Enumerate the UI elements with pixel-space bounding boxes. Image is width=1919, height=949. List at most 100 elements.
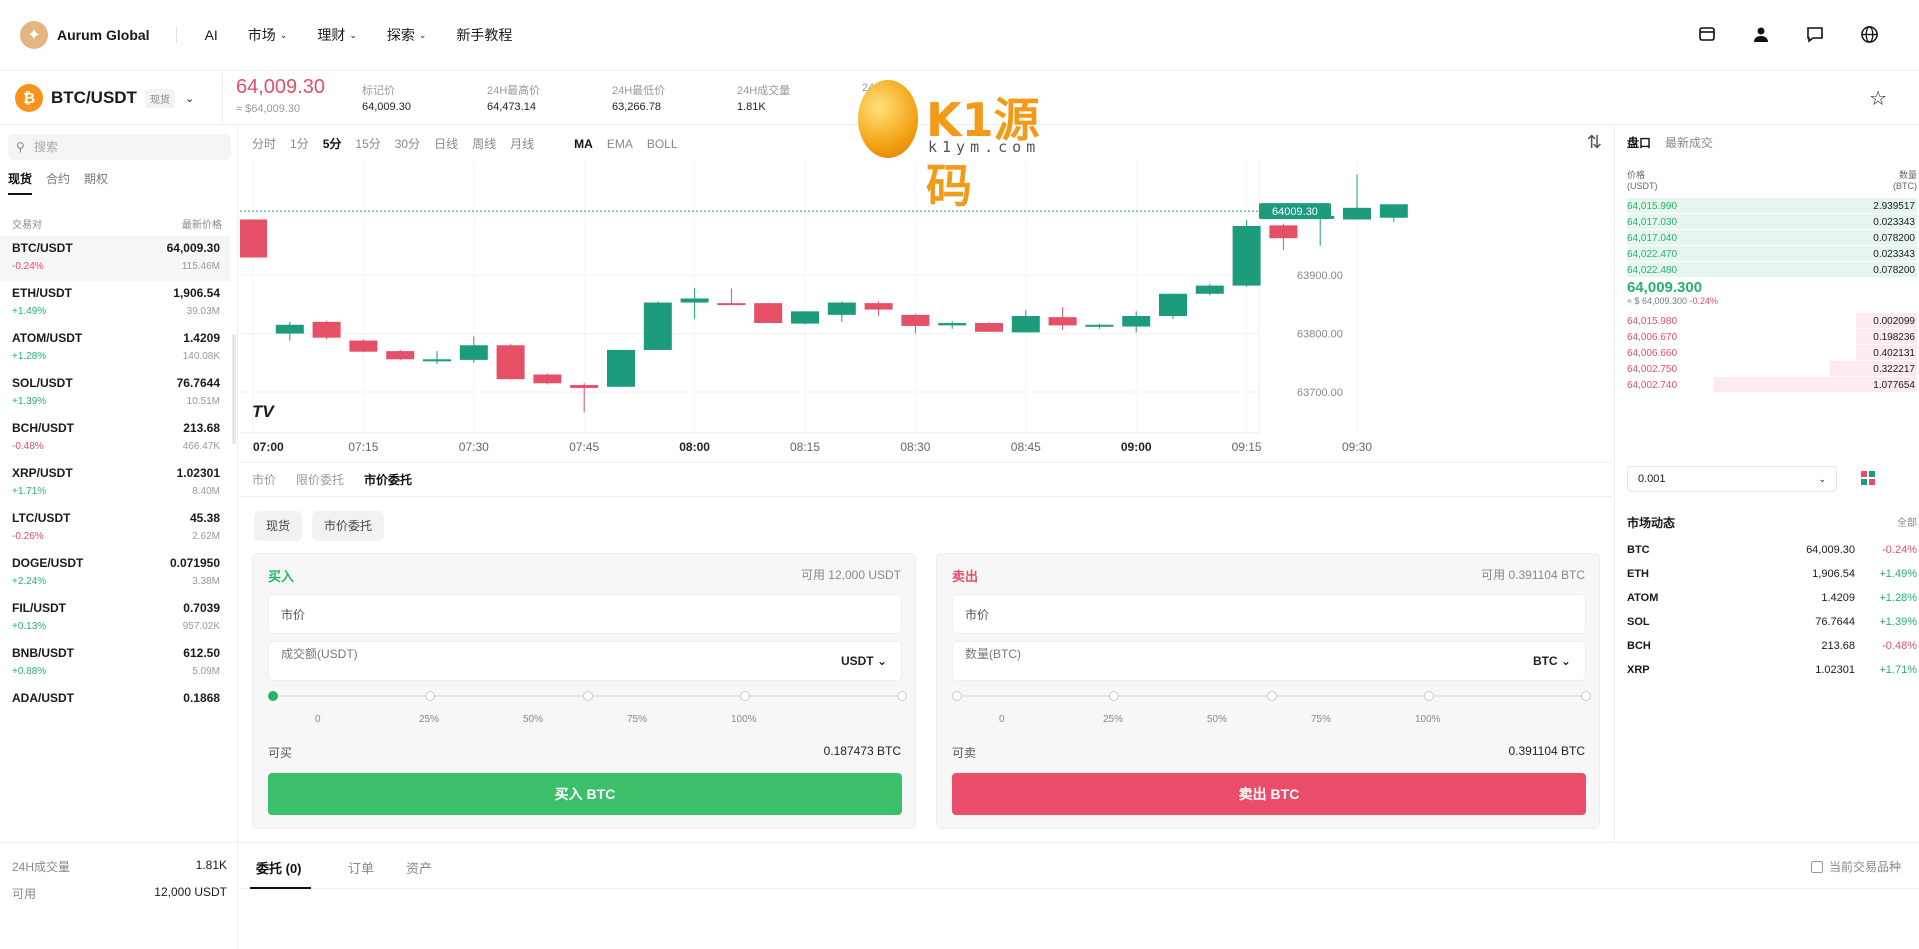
orderbook-row[interactable]: 64,006.670 0.198236	[1627, 329, 1917, 345]
current-pair-filter[interactable]: 当前交易品种	[1810, 858, 1901, 875]
slider-step-dot[interactable]	[582, 691, 593, 701]
market-tab[interactable]: 合约	[46, 170, 70, 195]
order-tab[interactable]: 限价委托	[296, 471, 344, 488]
scrollbar[interactable]	[232, 334, 236, 444]
orderbook-row[interactable]: 64,015.990 2.939517	[1627, 198, 1917, 214]
chart-settings-icon[interactable]: ⇅	[1587, 132, 1602, 153]
pair-selector[interactable]: ₿ BTC/USDT 现货 ⌄	[15, 84, 194, 112]
favorite-star-icon[interactable]: ☆	[1869, 86, 1887, 111]
market-list-item[interactable]: LTC/USDT 45.38 -0.26% 2.62M	[0, 506, 230, 551]
nav-item[interactable]: AI	[205, 25, 218, 45]
slider-step-dot[interactable]	[1266, 691, 1277, 701]
sell-percent-slider[interactable]	[952, 691, 1591, 701]
indicator-tab[interactable]: BOLL	[647, 137, 678, 151]
summary-volume-label: 24H成交量	[12, 860, 71, 874]
nav-item[interactable]: 探索 ⌄	[387, 25, 427, 45]
timeframe-tab[interactable]: 30分	[395, 135, 420, 152]
nav-item[interactable]: 理财 ⌄	[317, 25, 357, 45]
orderbook-tab[interactable]: 最新成交	[1665, 134, 1713, 151]
sell-unit-select[interactable]: BTC ⌄	[1533, 654, 1571, 668]
market-list-item[interactable]: BNB/USDT 612.50 +0.88% 5.09M	[0, 641, 230, 686]
nav-item-label: 探索	[386, 27, 415, 43]
sell-order-type-field[interactable]: 市价	[952, 594, 1586, 634]
layout-toggle-icon[interactable]	[1861, 471, 1875, 485]
market-move-row[interactable]: ETH 1,906.54 +1.49%	[1627, 568, 1917, 592]
orderbook-row[interactable]: 64,002.750 0.322217	[1627, 361, 1917, 377]
order-tab[interactable]: 市价	[252, 471, 276, 488]
timeframe-tab[interactable]: 日线	[434, 135, 458, 152]
market-list-item[interactable]: FIL/USDT 0.7039 +0.13% 957.02K	[0, 596, 230, 641]
x-tick-label: 08:30	[900, 440, 930, 454]
orderbook-tab[interactable]: 盘口	[1627, 134, 1651, 151]
current-pair-checkbox[interactable]	[1810, 860, 1823, 873]
market-tab[interactable]: 期权	[84, 170, 108, 195]
slider-step-dot[interactable]	[1109, 691, 1120, 701]
slider-step-dot[interactable]	[739, 691, 750, 701]
market-list-item[interactable]: SOL/USDT 76.7644 +1.39% 10.51M	[0, 371, 230, 416]
buy-can-label: 可买	[268, 746, 293, 760]
orderbook-row[interactable]: 64,022.480 0.078200	[1627, 262, 1917, 278]
ticker-stat-label: 标记价	[362, 85, 395, 97]
indicator-tab[interactable]: MA	[574, 137, 593, 151]
market-list-item[interactable]: ATOM/USDT 1.4209 +1.28% 140.08K	[0, 326, 230, 371]
slider-step-dot[interactable]	[268, 691, 278, 701]
timeframe-tab[interactable]: 月线	[510, 135, 534, 152]
buy-percent-slider[interactable]	[268, 691, 907, 701]
chat-icon[interactable]	[1805, 24, 1825, 44]
user-icon[interactable]	[1751, 24, 1771, 44]
market-pair: XRP/USDT	[12, 466, 73, 480]
order-tab[interactable]: 市价委托	[364, 471, 412, 488]
wallet-icon[interactable]	[1697, 24, 1717, 44]
timeframe-tab[interactable]: 1分	[290, 135, 309, 152]
buy-amount-field[interactable]: 成交额(USDT) USDT ⌄	[268, 641, 902, 681]
orderbook-row[interactable]: 64,022.470 0.023343	[1627, 246, 1917, 262]
mode-button[interactable]: 市价委托	[312, 511, 385, 541]
precision-select[interactable]: 0.001 ⌄	[1627, 466, 1837, 492]
slider-step-dot[interactable]	[1423, 691, 1434, 701]
slider-step-dot[interactable]	[1581, 691, 1591, 701]
timeframe-tab[interactable]: 5分	[323, 135, 342, 152]
orders-tab[interactable]: 资产	[406, 858, 432, 877]
market-move-row[interactable]: BTC 64,009.30 -0.24%	[1627, 544, 1917, 568]
slider-step-dot[interactable]	[952, 691, 962, 701]
market-move-row[interactable]: SOL 76.7644 +1.39%	[1627, 616, 1917, 640]
nav-item[interactable]: 市场 ⌄	[248, 25, 288, 45]
market-tab[interactable]: 现货	[8, 170, 33, 195]
orders-tab[interactable]: 订单	[348, 858, 374, 877]
market-move-price: 64,009.30	[1806, 544, 1855, 556]
timeframe-tab[interactable]: 周线	[472, 135, 496, 152]
market-list-item[interactable]: ETH/USDT 1,906.54 +1.49% 39.03M	[0, 281, 230, 326]
buy-unit-select[interactable]: USDT ⌄	[841, 654, 887, 668]
buy-button[interactable]: 买入 BTC	[268, 773, 902, 815]
slider-step-dot[interactable]	[897, 691, 907, 701]
mode-button[interactable]: 现货	[254, 511, 303, 541]
orders-tab[interactable]: 委托 (0)	[256, 858, 302, 877]
market-moves-all-link[interactable]: 全部	[1897, 514, 1917, 531]
market-move-row[interactable]: ATOM 1.4209 +1.28%	[1627, 592, 1917, 616]
summary-available-value: 12,000 USDT	[154, 885, 227, 899]
market-move-row[interactable]: BCH 213.68 -0.48%	[1627, 640, 1917, 664]
orderbook-row[interactable]: 64,002.740 1.077654	[1627, 377, 1917, 393]
globe-icon[interactable]	[1859, 24, 1879, 44]
slider-tick-label: 100%	[731, 714, 757, 725]
brand-logo[interactable]: ✦ Aurum Global	[20, 21, 150, 49]
orderbook-row[interactable]: 64,017.040 0.078200	[1627, 230, 1917, 246]
market-list-item[interactable]: ADA/USDT 0.1868	[0, 686, 230, 731]
orderbook-row[interactable]: 64,006.660 0.402131	[1627, 345, 1917, 361]
market-move-row[interactable]: XRP 1.02301 +1.71%	[1627, 664, 1917, 688]
sell-amount-field[interactable]: 数量(BTC) BTC ⌄	[952, 641, 1586, 681]
timeframe-tab[interactable]: 分时	[252, 135, 276, 152]
search-input[interactable]: ⚲ 搜索	[8, 134, 231, 160]
orderbook-row[interactable]: 64,017.030 0.023343	[1627, 214, 1917, 230]
timeframe-tab[interactable]: 15分	[355, 135, 380, 152]
market-list-item[interactable]: BCH/USDT 213.68 -0.48% 466.47K	[0, 416, 230, 461]
orderbook-row[interactable]: 64,015.980 0.002099	[1627, 313, 1917, 329]
market-list-item[interactable]: BTC/USDT 64,009.30 -0.24% 115.46M	[0, 236, 230, 281]
market-list-item[interactable]: DOGE/USDT 0.071950 +2.24% 3.38M	[0, 551, 230, 596]
indicator-tab[interactable]: EMA	[607, 137, 633, 151]
buy-order-type-field[interactable]: 市价	[268, 594, 902, 634]
slider-step-dot[interactable]	[425, 691, 436, 701]
market-list-item[interactable]: XRP/USDT 1.02301 +1.71% 8.40M	[0, 461, 230, 506]
sell-button[interactable]: 卖出 BTC	[952, 773, 1586, 815]
nav-item[interactable]: 新手教程	[456, 25, 512, 45]
